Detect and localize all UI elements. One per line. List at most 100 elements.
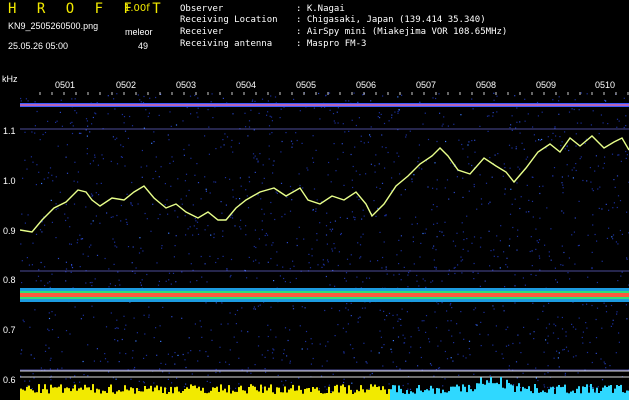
noise-dot <box>261 354 263 356</box>
noise-dot <box>342 123 344 125</box>
noise-dot <box>32 242 34 244</box>
noise-dot <box>196 280 198 282</box>
noise-dot <box>404 337 406 339</box>
noise-dot <box>358 199 360 201</box>
power-column <box>408 393 410 400</box>
noise-dot <box>423 320 425 322</box>
noise-dot <box>104 358 107 360</box>
noise-dot <box>493 99 495 101</box>
noise-dot <box>160 166 162 168</box>
noise-dot <box>47 282 49 284</box>
noise-dot <box>502 305 504 307</box>
noise-dot <box>362 233 364 235</box>
power-column <box>286 392 288 400</box>
noise-dot <box>312 357 314 360</box>
noise-dot <box>609 365 611 367</box>
noise-dot <box>543 384 545 386</box>
noise-dot <box>24 131 26 133</box>
noise-dot <box>519 342 521 344</box>
noise-dot <box>375 215 377 217</box>
noise-dot <box>271 132 273 134</box>
noise-dot <box>381 182 384 184</box>
noise-dot <box>364 307 366 309</box>
noise-dot <box>558 113 560 115</box>
noise-dot <box>441 231 443 233</box>
noise-dot <box>575 163 577 165</box>
noise-dot <box>158 280 160 282</box>
noise-dot <box>488 115 490 117</box>
noise-dot <box>117 271 119 273</box>
noise-dot <box>65 203 67 206</box>
noise-dot <box>383 310 385 312</box>
noise-dot <box>575 355 577 357</box>
noise-dot <box>22 319 24 321</box>
noise-dot <box>522 277 524 279</box>
noise-dot <box>276 192 278 194</box>
noise-dot <box>380 336 382 338</box>
noise-dot <box>405 134 407 136</box>
power-column <box>352 394 354 400</box>
noise-dot <box>575 145 577 147</box>
noise-dot <box>309 267 312 269</box>
noise-dot <box>299 325 301 327</box>
noise-dot <box>592 190 594 192</box>
noise-dot <box>137 203 139 205</box>
noise-dot <box>329 221 332 223</box>
noise-dot <box>610 325 612 327</box>
noise-dot <box>131 357 134 359</box>
power-column <box>218 391 220 400</box>
noise-dot <box>462 231 464 233</box>
power-column <box>496 382 498 400</box>
noise-dot <box>560 145 562 147</box>
noise-dot <box>357 101 359 103</box>
noise-dot <box>404 189 406 191</box>
noise-dot <box>296 238 298 240</box>
power-column <box>224 388 226 400</box>
noise-dot <box>537 115 539 117</box>
noise-dot <box>96 254 99 256</box>
noise-dot <box>544 373 546 375</box>
noise-dot <box>496 235 498 237</box>
noise-dot <box>479 246 482 248</box>
power-column <box>222 390 224 400</box>
power-column <box>396 392 398 400</box>
noise-dot <box>520 352 522 354</box>
noise-dot <box>586 93 588 95</box>
noise-dot <box>28 264 30 266</box>
noise-dot <box>357 242 359 244</box>
power-column <box>104 391 106 400</box>
noise-dot <box>188 189 190 191</box>
noise-dot <box>20 353 22 355</box>
noise-dot <box>360 236 362 238</box>
noise-dot <box>519 207 521 210</box>
power-column <box>334 385 336 400</box>
noise-dot <box>392 327 394 329</box>
noise-dot <box>256 277 258 279</box>
noise-dot <box>568 149 570 152</box>
noise-dot <box>617 280 619 282</box>
noise-dot <box>511 115 513 117</box>
noise-dot <box>552 175 554 177</box>
noise-dot <box>231 214 233 216</box>
noise-dot <box>405 360 407 362</box>
noise-dot <box>95 192 97 194</box>
noise-dot <box>181 203 183 205</box>
noise-dot <box>345 272 348 274</box>
noise-dot <box>131 125 134 127</box>
power-column <box>518 383 520 400</box>
power-column <box>348 385 350 400</box>
noise-dot <box>506 257 508 259</box>
noise-dot <box>539 269 541 271</box>
noise-dot <box>601 379 604 381</box>
noise-dot <box>473 186 475 188</box>
noise-dot <box>573 167 575 169</box>
noise-dot <box>391 177 393 179</box>
power-column <box>296 390 298 400</box>
receiver-value: : AirSpy mini (Miakejima VOR 108.65MHz) <box>296 27 508 37</box>
noise-dot <box>284 213 286 215</box>
power-column <box>564 384 566 400</box>
noise-dot <box>625 150 627 153</box>
noise-dot <box>468 190 470 192</box>
noise-dot <box>197 182 200 184</box>
noise-dot <box>344 277 346 279</box>
